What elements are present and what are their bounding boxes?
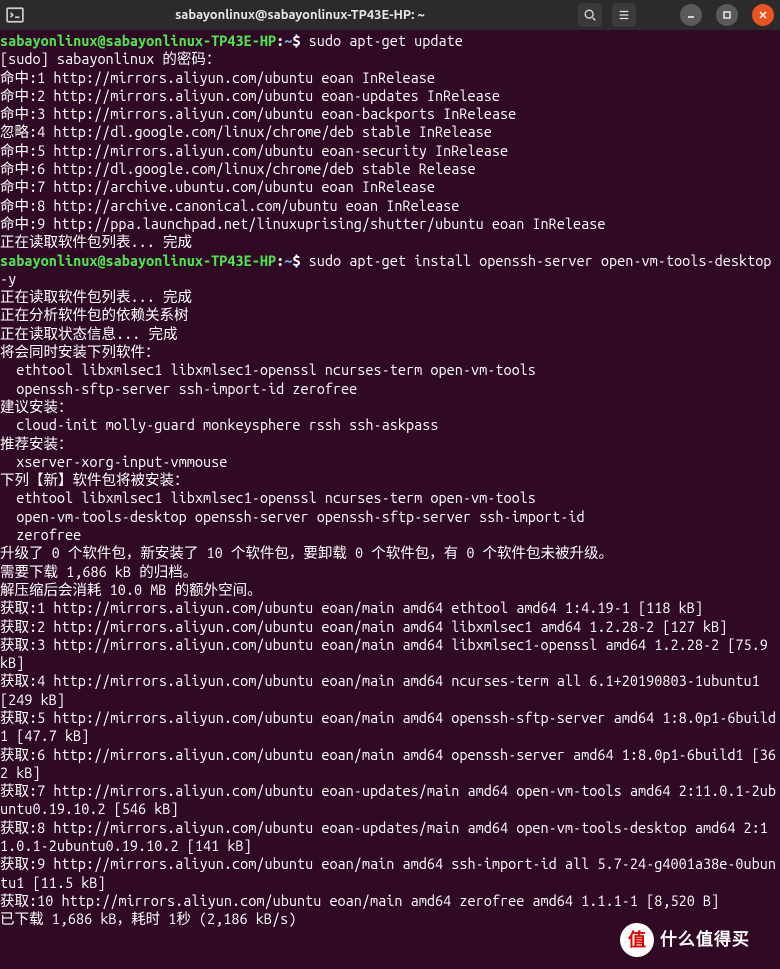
watermark-text: 什么值得买	[660, 931, 750, 949]
window-title: sabayonlinux@sabayonlinux-TP43E-HP: ~	[32, 6, 568, 24]
search-button[interactable]	[578, 3, 602, 27]
prompt-colon: :	[276, 32, 284, 49]
output-update: [sudo] sabayonlinux 的密码： 命中:1 http://mir…	[0, 50, 606, 250]
terminal-output[interactable]: sabayonlinux@sabayonlinux-TP43E-HP:~$ su…	[0, 30, 780, 929]
output-install: 正在读取软件包列表... 完成 正在分析软件包的依赖关系树 正在读取状态信息..…	[0, 288, 776, 927]
close-button[interactable]	[752, 4, 774, 26]
maximize-button[interactable]	[716, 4, 738, 26]
hamburger-menu-button[interactable]	[612, 3, 636, 27]
prompt-dollar: $	[292, 252, 308, 269]
watermark: 值 什么值得买	[620, 923, 750, 957]
prompt-colon: :	[276, 252, 284, 269]
window-titlebar: sabayonlinux@sabayonlinux-TP43E-HP: ~	[0, 0, 780, 30]
prompt-user: sabayonlinux@sabayonlinux-TP43E-HP	[0, 32, 276, 49]
command-1: sudo apt-get update	[309, 32, 463, 49]
prompt-user: sabayonlinux@sabayonlinux-TP43E-HP	[0, 252, 276, 269]
prompt-dollar: $	[292, 32, 308, 49]
minimize-button[interactable]	[680, 4, 702, 26]
watermark-badge: 值	[620, 923, 654, 957]
terminal-icon	[6, 6, 24, 24]
